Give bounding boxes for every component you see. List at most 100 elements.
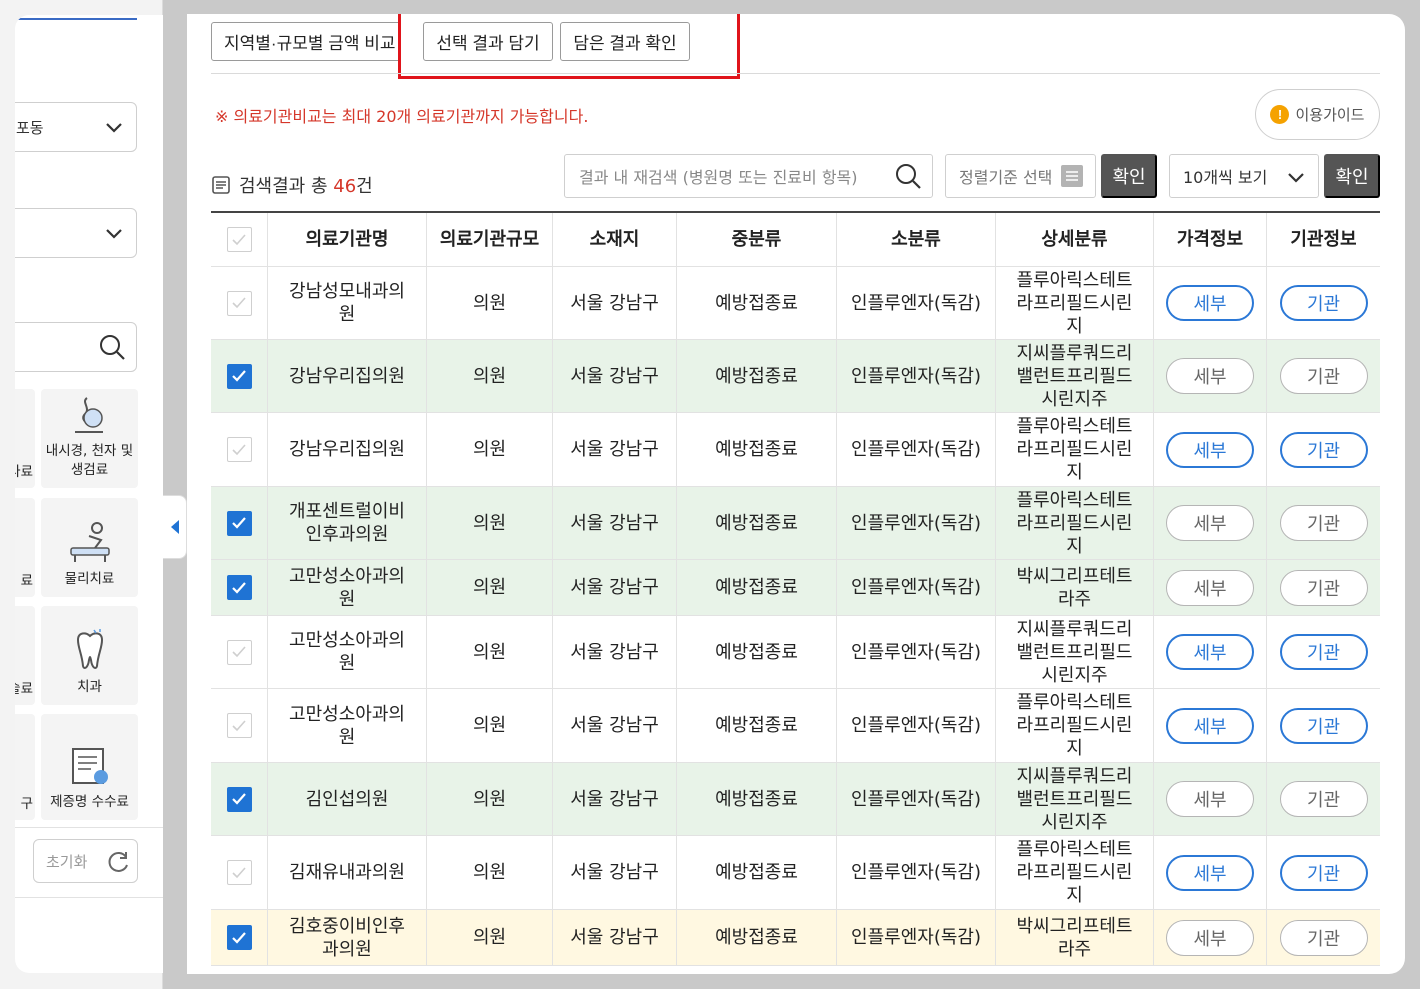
user-guide-button[interactable]: ! 이용가이드 — [1255, 89, 1380, 140]
institution-size: 의원 — [472, 439, 507, 460]
row-checkbox[interactable] — [226, 510, 252, 536]
table-cell: 인플루엔자(독감) — [837, 413, 996, 486]
price-detail-button[interactable]: 세부 — [1166, 781, 1254, 817]
sort-select[interactable]: 정렬기준 선택 — [945, 154, 1096, 198]
compare-region-size-button[interactable]: 지역별·규모별 금액 비교 — [211, 22, 401, 61]
sub-category: 인플루엔자(독감) — [851, 715, 981, 736]
row-checkbox[interactable] — [226, 786, 252, 812]
category-tile-partial[interactable]: 구 — [15, 714, 35, 820]
row-checkbox[interactable] — [226, 363, 252, 389]
sidebar-divider — [15, 827, 163, 828]
chevron-left-icon — [170, 520, 179, 534]
category-tile-partial[interactable]: 술료 — [15, 606, 35, 705]
price-detail-button[interactable]: 세부 — [1166, 505, 1254, 541]
location: 서울 강남구 — [570, 788, 659, 810]
table-cell: 예방접종료 — [677, 340, 837, 412]
category-label: 내시경, 천자 및 생검료 — [45, 443, 134, 478]
reset-button[interactable]: 초기화 — [33, 839, 138, 883]
institution-info-button[interactable]: 기관 — [1279, 854, 1368, 891]
location: 서울 강남구 — [570, 439, 659, 460]
table-cell: 플루아릭스테트라프리필드시린지 — [996, 413, 1154, 486]
table-cell: 의원 — [427, 910, 553, 965]
table-cell: 강남성모내과의원 — [268, 267, 427, 339]
table-cell: 의원 — [427, 689, 553, 762]
location: 서울 강남구 — [570, 512, 659, 534]
table-cell: 인플루엔자(독감) — [837, 340, 996, 412]
row-checkbox[interactable] — [226, 639, 252, 665]
price-detail-button[interactable]: 세부 — [1166, 569, 1254, 606]
table-cell: 서울 강남구 — [553, 413, 677, 486]
institution-info-button[interactable]: 기관 — [1279, 781, 1368, 817]
institution-name: 김재유내과의원 — [289, 862, 405, 883]
table-cell: 기관 — [1267, 689, 1380, 762]
table-cell: 기관 — [1267, 487, 1380, 559]
table-cell: 플루아릭스테트라프리필드시린지 — [996, 689, 1154, 762]
institution-info-button[interactable]: 기관 — [1279, 919, 1368, 956]
row-checkbox[interactable] — [226, 713, 252, 738]
category-tile-endoscopy[interactable]: 내시경, 천자 및 생검료 — [41, 389, 138, 488]
institution-size: 의원 — [472, 927, 507, 948]
row-checkbox[interactable] — [226, 575, 252, 600]
category-tile-partial[interactable]: 료 — [15, 498, 35, 597]
row-checkbox[interactable] — [226, 437, 252, 462]
table-cell: 인플루엔자(독감) — [837, 763, 996, 835]
price-detail-button[interactable]: 세부 — [1166, 707, 1254, 744]
location: 서울 강남구 — [570, 365, 659, 387]
category-tile-partial[interactable]: 사료 — [15, 389, 35, 488]
header-location: 소재지 — [553, 213, 677, 266]
table-cell: 의원 — [427, 413, 553, 486]
institution-info-button[interactable]: 기관 — [1279, 358, 1368, 394]
category-tile-partial-label: 술료 — [15, 681, 33, 697]
price-detail-button[interactable]: 세부 — [1166, 358, 1254, 394]
sort-confirm-button[interactable]: 확인 — [1101, 154, 1157, 198]
table-cell: 서울 강남구 — [553, 910, 677, 965]
row-checkbox[interactable] — [226, 925, 252, 950]
table-cell: 세부 — [1154, 689, 1267, 762]
institution-info-button[interactable]: 기관 — [1279, 431, 1368, 468]
price-detail-button[interactable]: 세부 — [1166, 431, 1254, 468]
sub-category: 인플루엔자(독감) — [851, 927, 981, 948]
category-tile-dental[interactable]: 치과 — [41, 606, 138, 705]
per-page-confirm-button[interactable]: 확인 — [1324, 154, 1380, 198]
table-cell: 강남우리집의원 — [268, 413, 427, 486]
region-dong-select[interactable]: 포동 — [15, 102, 137, 152]
table-cell: 인플루엔자(독감) — [837, 689, 996, 762]
institution-info-button[interactable]: 기관 — [1279, 569, 1368, 606]
filter-sidebar: 포동 사료 료 술료 구 내시경, — [0, 0, 163, 989]
re-search-input[interactable]: 결과 내 재검색 (병원명 또는 진료비 항목) — [564, 154, 933, 198]
price-detail-button[interactable]: 세부 — [1166, 634, 1254, 670]
row-checkbox[interactable] — [226, 290, 252, 316]
institution-info-button[interactable]: 기관 — [1279, 285, 1368, 321]
institution-name: 김호중이비인후과의원 — [289, 915, 405, 960]
table-cell: 의원 — [427, 836, 553, 909]
middle-category: 예방접종료 — [715, 365, 798, 387]
institution-name: 고만성소아과의원 — [289, 630, 405, 674]
row-checkbox[interactable] — [226, 860, 252, 885]
price-detail-button[interactable]: 세부 — [1166, 285, 1254, 321]
per-page-select[interactable]: 10개씩 보기 — [1169, 154, 1319, 198]
category-tile-physical-therapy[interactable]: 물리치료 — [41, 498, 138, 597]
category-tile-partial-label: 료 — [20, 573, 33, 589]
price-detail-button[interactable]: 세부 — [1166, 919, 1254, 956]
select-all-checkbox[interactable] — [226, 227, 252, 252]
price-detail-button[interactable]: 세부 — [1166, 854, 1254, 891]
table-cell — [211, 836, 268, 909]
institution-size: 의원 — [472, 365, 507, 387]
table-cell: 플루아릭스테트라프리필드시린지 — [996, 267, 1154, 339]
category-tile-certificate-fee[interactable]: 제증명 수수료 — [41, 714, 138, 820]
header-institution-info: 기관정보 — [1290, 229, 1357, 250]
sidebar-collapse-toggle[interactable] — [163, 495, 187, 559]
institution-info-button[interactable]: 기관 — [1279, 505, 1368, 541]
institution-info-button[interactable]: 기관 — [1279, 634, 1368, 670]
search-icon[interactable] — [98, 333, 126, 361]
endoscope-icon — [74, 397, 103, 433]
institution-info-button[interactable]: 기관 — [1279, 707, 1368, 744]
table-cell: 의원 — [427, 267, 553, 339]
search-icon[interactable] — [894, 162, 922, 190]
secondary-select[interactable] — [15, 208, 137, 258]
table-cell: 인플루엔자(독감) — [837, 836, 996, 909]
detail-category: 플루아릭스테트라프리필드시린지 — [1016, 489, 1133, 557]
location: 서울 강남구 — [570, 641, 659, 663]
sidebar-search-input[interactable] — [15, 322, 137, 372]
institution-size: 의원 — [472, 862, 507, 883]
